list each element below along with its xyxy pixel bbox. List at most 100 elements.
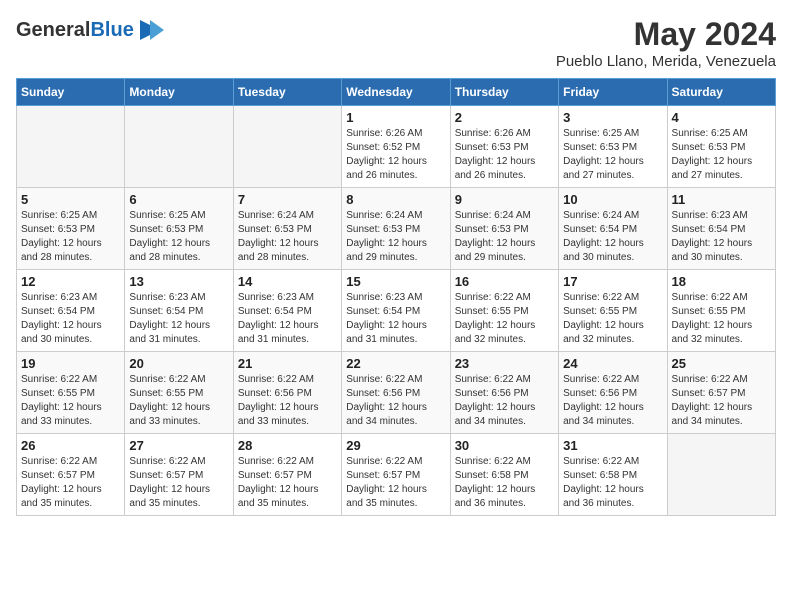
day-detail: Sunrise: 6:22 AM Sunset: 6:58 PM Dayligh… — [455, 455, 554, 511]
logo-blue: Blue — [90, 19, 133, 41]
day-detail: Sunrise: 6:25 AM Sunset: 6:53 PM Dayligh… — [21, 209, 120, 265]
day-detail: Sunrise: 6:23 AM Sunset: 6:54 PM Dayligh… — [672, 209, 771, 265]
day-detail: Sunrise: 6:22 AM Sunset: 6:55 PM Dayligh… — [563, 291, 662, 347]
day-detail: Sunrise: 6:24 AM Sunset: 6:54 PM Dayligh… — [563, 209, 662, 265]
location-subtitle: Pueblo Llano, Merida, Venezuela — [556, 53, 776, 70]
calendar-header-row: SundayMondayTuesdayWednesdayThursdayFrid… — [17, 79, 776, 106]
calendar-cell — [233, 106, 341, 188]
calendar-cell — [667, 434, 775, 516]
calendar-cell: 12Sunrise: 6:23 AM Sunset: 6:54 PM Dayli… — [17, 270, 125, 352]
day-detail: Sunrise: 6:22 AM Sunset: 6:57 PM Dayligh… — [238, 455, 337, 511]
day-detail: Sunrise: 6:22 AM Sunset: 6:56 PM Dayligh… — [563, 373, 662, 429]
calendar-table: SundayMondayTuesdayWednesdayThursdayFrid… — [16, 78, 776, 516]
calendar-cell: 19 Sunrise: 6:22 AM Sunset: 6:55 PM Dayli… — [17, 352, 125, 434]
calendar-cell: 25Sunrise: 6:22 AM Sunset: 6:57 PM Dayli… — [667, 352, 775, 434]
calendar-cell — [125, 106, 233, 188]
day-detail: Sunrise: 6:22 AM Sunset: 6:55 PM Dayligh… — [455, 291, 554, 347]
calendar-week-2: 5Sunrise: 6:25 AM Sunset: 6:53 PM Daylig… — [17, 188, 776, 270]
calendar-cell: 14 Sunrise: 6:23 AM Sunset: 6:54 PM Dayli… — [233, 270, 341, 352]
day-number: 6 — [129, 192, 228, 207]
day-number: 2 — [455, 110, 554, 125]
header-monday: Monday — [125, 79, 233, 106]
day-detail: Sunrise: 6:23 AM Sunset: 6:54 PM Dayligh… — [238, 291, 337, 347]
calendar-cell: 21 Sunrise: 6:22 AM Sunset: 6:56 PM Dayli… — [233, 352, 341, 434]
day-detail: Sunrise: 6:26 AM Sunset: 6:52 PM Dayligh… — [346, 127, 445, 183]
day-number: 15 — [346, 274, 445, 289]
day-number: 24 — [563, 356, 662, 371]
day-number: 11 — [672, 192, 771, 207]
calendar-cell: 4 Sunrise: 6:25 AM Sunset: 6:53 PM Daylig… — [667, 106, 775, 188]
day-detail: Sunrise: 6:25 AM Sunset: 6:53 PM Dayligh… — [672, 127, 771, 183]
header-thursday: Thursday — [450, 79, 558, 106]
day-detail: Sunrise: 6:26 AM Sunset: 6:53 PM Dayligh… — [455, 127, 554, 183]
day-number: 22 — [346, 356, 445, 371]
day-number: 31 — [563, 438, 662, 453]
day-detail: Sunrise: 6:22 AM Sunset: 6:55 PM Dayligh… — [21, 373, 120, 429]
day-number: 19 — [21, 356, 120, 371]
day-detail: Sunrise: 6:23 AM Sunset: 6:54 PM Dayligh… — [346, 291, 445, 347]
calendar-cell: 13Sunrise: 6:23 AM Sunset: 6:54 PM Dayli… — [125, 270, 233, 352]
logo: GeneralBlue — [16, 16, 164, 44]
header-friday: Friday — [559, 79, 667, 106]
day-number: 21 — [238, 356, 337, 371]
calendar-cell: 22 Sunrise: 6:22 AM Sunset: 6:56 PM Dayli… — [342, 352, 450, 434]
page-header: GeneralBlue May 2024 Pueblo Llano, Merid… — [16, 16, 776, 70]
day-detail: Sunrise: 6:25 AM Sunset: 6:53 PM Dayligh… — [129, 209, 228, 265]
day-number: 13 — [129, 274, 228, 289]
day-number: 18 — [672, 274, 771, 289]
day-number: 3 — [563, 110, 662, 125]
day-detail: Sunrise: 6:22 AM Sunset: 6:57 PM Dayligh… — [672, 373, 771, 429]
day-number: 27 — [129, 438, 228, 453]
day-detail: Sunrise: 6:22 AM Sunset: 6:58 PM Dayligh… — [563, 455, 662, 511]
day-detail: Sunrise: 6:22 AM Sunset: 6:55 PM Dayligh… — [129, 373, 228, 429]
header-wednesday: Wednesday — [342, 79, 450, 106]
calendar-cell: 29Sunrise: 6:22 AM Sunset: 6:57 PM Dayli… — [342, 434, 450, 516]
logo-icon — [136, 16, 164, 44]
day-detail: Sunrise: 6:22 AM Sunset: 6:56 PM Dayligh… — [346, 373, 445, 429]
header-saturday: Saturday — [667, 79, 775, 106]
day-detail: Sunrise: 6:24 AM Sunset: 6:53 PM Dayligh… — [455, 209, 554, 265]
calendar-cell: 18 Sunrise: 6:22 AM Sunset: 6:55 PM Dayli… — [667, 270, 775, 352]
calendar-cell: 2 Sunrise: 6:26 AM Sunset: 6:53 PM Daylig… — [450, 106, 558, 188]
header-sunday: Sunday — [17, 79, 125, 106]
calendar-week-3: 12 Sunrise: 6:23 AM Sunset: 6:54 PM Dayli… — [17, 270, 776, 352]
calendar-cell: 15 Sunrise: 6:23 AM Sunset: 6:54 PM Dayli… — [342, 270, 450, 352]
day-number: 4 — [672, 110, 771, 125]
day-number: 20 — [129, 356, 228, 371]
day-number: 30 — [455, 438, 554, 453]
day-number: 26 — [21, 438, 120, 453]
calendar-cell: 17 Sunrise: 6:22 AM Sunset: 6:55 PM Dayli… — [559, 270, 667, 352]
calendar-cell: 24 Sunrise: 6:22 AM Sunset: 6:56 PM Dayli… — [559, 352, 667, 434]
logo-general: General — [16, 19, 90, 41]
day-number: 7 — [238, 192, 337, 207]
day-detail: Sunrise: 6:25 AM Sunset: 6:53 PM Dayligh… — [563, 127, 662, 183]
day-number: 16 — [455, 274, 554, 289]
day-number: 12 — [21, 274, 120, 289]
calendar-cell: 10Sunrise: 6:24 AM Sunset: 6:54 PM Dayli… — [559, 188, 667, 270]
day-number: 28 — [238, 438, 337, 453]
header-tuesday: Tuesday — [233, 79, 341, 106]
calendar-cell: 28 Sunrise: 6:22 AM Sunset: 6:57 PM Dayli… — [233, 434, 341, 516]
day-number: 9 — [455, 192, 554, 207]
calendar-week-4: 19 Sunrise: 6:22 AM Sunset: 6:55 PM Dayli… — [17, 352, 776, 434]
day-number: 17 — [563, 274, 662, 289]
day-detail: Sunrise: 6:22 AM Sunset: 6:57 PM Dayligh… — [129, 455, 228, 511]
day-detail: Sunrise: 6:22 AM Sunset: 6:56 PM Dayligh… — [238, 373, 337, 429]
day-number: 14 — [238, 274, 337, 289]
calendar-cell: 7 Sunrise: 6:24 AM Sunset: 6:53 PM Daylig… — [233, 188, 341, 270]
day-detail: Sunrise: 6:24 AM Sunset: 6:53 PM Dayligh… — [238, 209, 337, 265]
calendar-cell: 31 Sunrise: 6:22 AM Sunset: 6:58 PM Dayli… — [559, 434, 667, 516]
calendar-cell: 5Sunrise: 6:25 AM Sunset: 6:53 PM Daylig… — [17, 188, 125, 270]
calendar-week-1: 1Sunrise: 6:26 AM Sunset: 6:52 PM Daylig… — [17, 106, 776, 188]
day-detail: Sunrise: 6:22 AM Sunset: 6:55 PM Dayligh… — [672, 291, 771, 347]
calendar-cell: 3 Sunrise: 6:25 AM Sunset: 6:53 PM Daylig… — [559, 106, 667, 188]
month-year-title: May 2024 — [556, 16, 776, 53]
calendar-cell: 11 Sunrise: 6:23 AM Sunset: 6:54 PM Dayli… — [667, 188, 775, 270]
calendar-cell: 1Sunrise: 6:26 AM Sunset: 6:52 PM Daylig… — [342, 106, 450, 188]
calendar-cell: 27 Sunrise: 6:22 AM Sunset: 6:57 PM Dayli… — [125, 434, 233, 516]
calendar-week-5: 26 Sunrise: 6:22 AM Sunset: 6:57 PM Dayli… — [17, 434, 776, 516]
title-section: May 2024 Pueblo Llano, Merida, Venezuela — [556, 16, 776, 70]
day-number: 23 — [455, 356, 554, 371]
day-number: 8 — [346, 192, 445, 207]
day-number: 29 — [346, 438, 445, 453]
